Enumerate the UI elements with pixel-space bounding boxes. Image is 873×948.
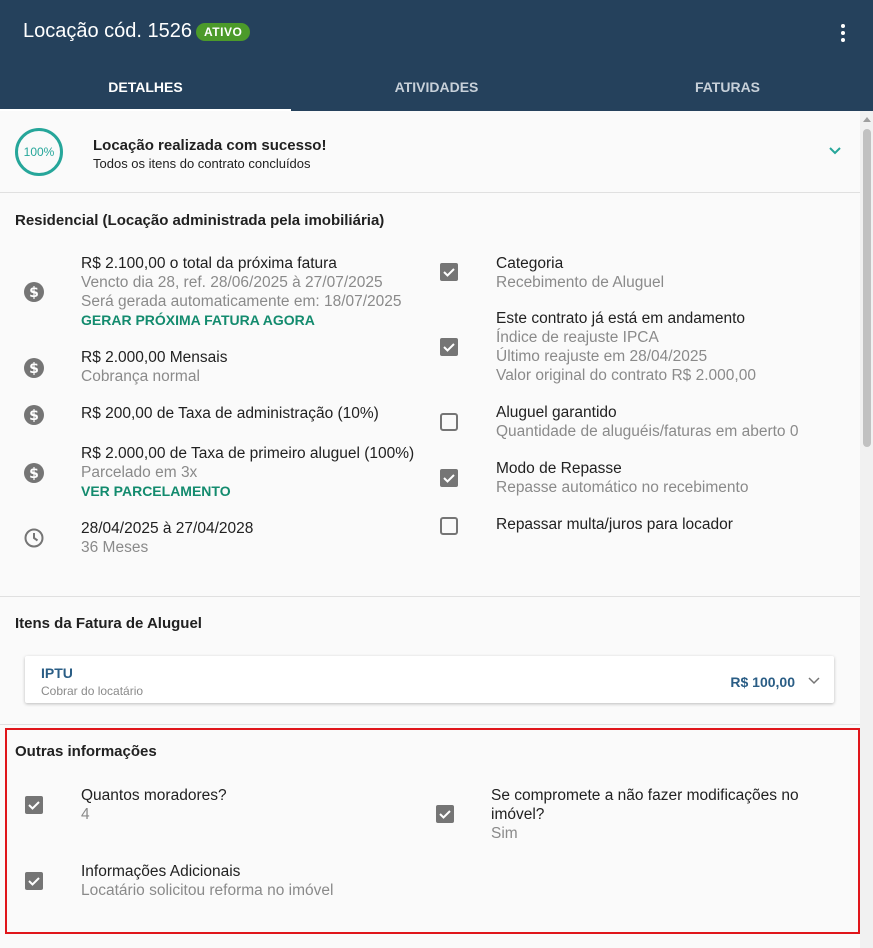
item-secondary: 4	[81, 806, 90, 823]
item-secondary: Quantidade de aluguéis/faturas em aberto…	[496, 423, 799, 440]
dollar-icon: $	[24, 282, 44, 302]
dollar-icon: $	[24, 463, 44, 483]
item-primary: R$ 2.000,00 Mensais	[81, 349, 228, 366]
item-primary: Se compromete a não fazer modificações n…	[491, 787, 799, 804]
scrollbar-thumb[interactable]	[863, 129, 871, 447]
section-title-itens-fatura: Itens da Fatura de Aluguel	[15, 615, 202, 632]
chevron-down-icon[interactable]	[828, 143, 842, 157]
chevron-down-icon[interactable]	[808, 674, 820, 686]
checkbox-checked-icon	[440, 338, 458, 356]
invoice-item-value: R$ 100,00	[730, 674, 795, 690]
item-secondary: Índice de reajuste IPCA	[496, 329, 659, 346]
item-secondary: Último reajuste em 28/04/2025	[496, 348, 708, 365]
item-secondary: Locatário solicitou reforma no imóvel	[81, 882, 334, 899]
invoice-item-card[interactable]: IPTU Cobrar do locatário R$ 100,00	[25, 656, 834, 703]
item-secondary: Sim	[491, 825, 518, 842]
item-primary: Repassar multa/juros para locador	[496, 516, 733, 533]
item-primary: Informações Adicionais	[81, 863, 241, 880]
item-secondary: Será gerada automaticamente em: 18/07/20…	[81, 293, 402, 310]
item-secondary: Parcelado em 3x	[81, 464, 198, 481]
invoice-item-desc: Cobrar do locatário	[41, 684, 144, 698]
item-secondary: Recebimento de Aluguel	[496, 274, 665, 291]
item-primary: Aluguel garantido	[496, 404, 617, 421]
clock-icon	[24, 528, 44, 548]
more-vert-icon[interactable]	[830, 20, 856, 46]
checkbox-unchecked-icon	[440, 413, 458, 431]
checkbox-checked-icon	[436, 805, 454, 823]
item-secondary: Vencto dia 28, ref. 28/06/2025 à 27/07/2…	[81, 274, 383, 291]
item-secondary: 36 Meses	[81, 539, 149, 556]
section-title-outras: Outras informações	[15, 743, 157, 760]
item-primary: R$ 2.100,00 o total da próxima fatura	[81, 255, 337, 272]
tab-detalhes[interactable]: DETALHES	[0, 64, 291, 111]
scroll-up-arrow-icon[interactable]	[863, 117, 871, 122]
checkbox-unchecked-icon	[440, 517, 458, 535]
success-panel[interactable]: 100% Locação realizada com sucesso! Todo…	[0, 111, 860, 193]
checkbox-checked-icon	[25, 796, 43, 814]
item-secondary: Repasse automático no recebimento	[496, 479, 749, 496]
checkbox-checked-icon	[440, 469, 458, 487]
svg-text:$: $	[29, 285, 39, 301]
item-primary: 28/04/2025 à 27/04/2028	[81, 520, 254, 537]
checkbox-checked-icon	[25, 872, 43, 890]
tab-faturas[interactable]: FATURAS	[582, 64, 873, 111]
item-primary: Modo de Repasse	[496, 460, 622, 477]
success-title: Locação realizada com sucesso!	[93, 137, 327, 154]
item-primary: R$ 200,00 de Taxa de administração (10%)	[81, 405, 379, 422]
section-title-residencial: Residencial (Locação administrada pela i…	[15, 212, 385, 229]
item-primary: Este contrato já está em andamento	[496, 310, 746, 327]
item-primary: R$ 2.000,00 de Taxa de primeiro aluguel …	[81, 445, 415, 462]
item-secondary: Valor original do contrato R$ 2.000,00	[496, 367, 756, 384]
item-secondary: Cobrança normal	[81, 368, 200, 385]
dollar-icon: $	[24, 405, 44, 425]
svg-text:$: $	[29, 466, 39, 482]
section-divider	[0, 724, 860, 725]
item-primary: Categoria	[496, 255, 564, 272]
svg-text:$: $	[29, 408, 39, 424]
svg-text:$: $	[29, 361, 39, 377]
dollar-icon: $	[24, 358, 44, 378]
page-title: Locação cód. 1526	[23, 20, 193, 42]
item-primary: imóvel?	[491, 806, 545, 823]
progress-ring: 100%	[15, 128, 63, 176]
view-installments-link[interactable]: VER PARCELAMENTO	[81, 482, 414, 501]
generate-invoice-link[interactable]: GERAR PRÓXIMA FATURA AGORA	[81, 311, 402, 330]
tab-bar: DETALHES ATIVIDADES FATURAS	[0, 64, 873, 111]
app-bar: Locação cód. 1526 ATIVO DETALHES ATIVIDA…	[0, 0, 873, 111]
status-badge: ATIVO	[196, 23, 251, 41]
checkbox-checked-icon	[440, 263, 458, 281]
success-subtitle: Todos os itens do contrato concluídos	[93, 156, 311, 171]
tab-atividades[interactable]: ATIVIDADES	[291, 64, 582, 111]
scrollbar[interactable]	[860, 111, 873, 948]
progress-label: 100%	[23, 145, 55, 159]
section-divider	[0, 596, 860, 597]
invoice-item-name: IPTU	[41, 665, 73, 681]
item-primary: Quantos moradores?	[81, 787, 227, 804]
main-content: 100% Locação realizada com sucesso! Todo…	[0, 111, 860, 948]
